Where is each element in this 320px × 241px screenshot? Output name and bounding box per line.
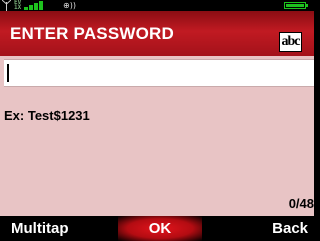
password-hint: Ex: Test$1231 [4,108,90,123]
input-mode-badge: abc [279,32,302,52]
roaming-icon: ⊕)) [63,1,76,10]
softkey-multitap-button[interactable]: Multitap [11,216,69,241]
network-type-label: EV 1X [14,0,22,11]
battery-icon [284,2,308,9]
title-bar: ENTER PASSWORD abc [0,11,314,56]
softkey-bar: Multitap OK Back [0,216,314,241]
status-bar: EV 1X ⊕)) [0,0,314,11]
content-area: Ex: Test$1231 0/48 [0,56,314,216]
signal-strength-icon [24,1,44,10]
password-input[interactable] [4,59,314,87]
character-counter: 0/48 [288,196,314,211]
softkey-back-button[interactable]: Back [272,216,308,241]
softkey-ok-button[interactable]: OK [118,216,202,241]
text-cursor [7,64,9,82]
page-title: ENTER PASSWORD [10,24,174,43]
phone-screen: EV 1X ⊕)) ENTER PASSWORD abc Ex: Test$12… [0,0,314,241]
antenna-icon [2,0,11,11]
